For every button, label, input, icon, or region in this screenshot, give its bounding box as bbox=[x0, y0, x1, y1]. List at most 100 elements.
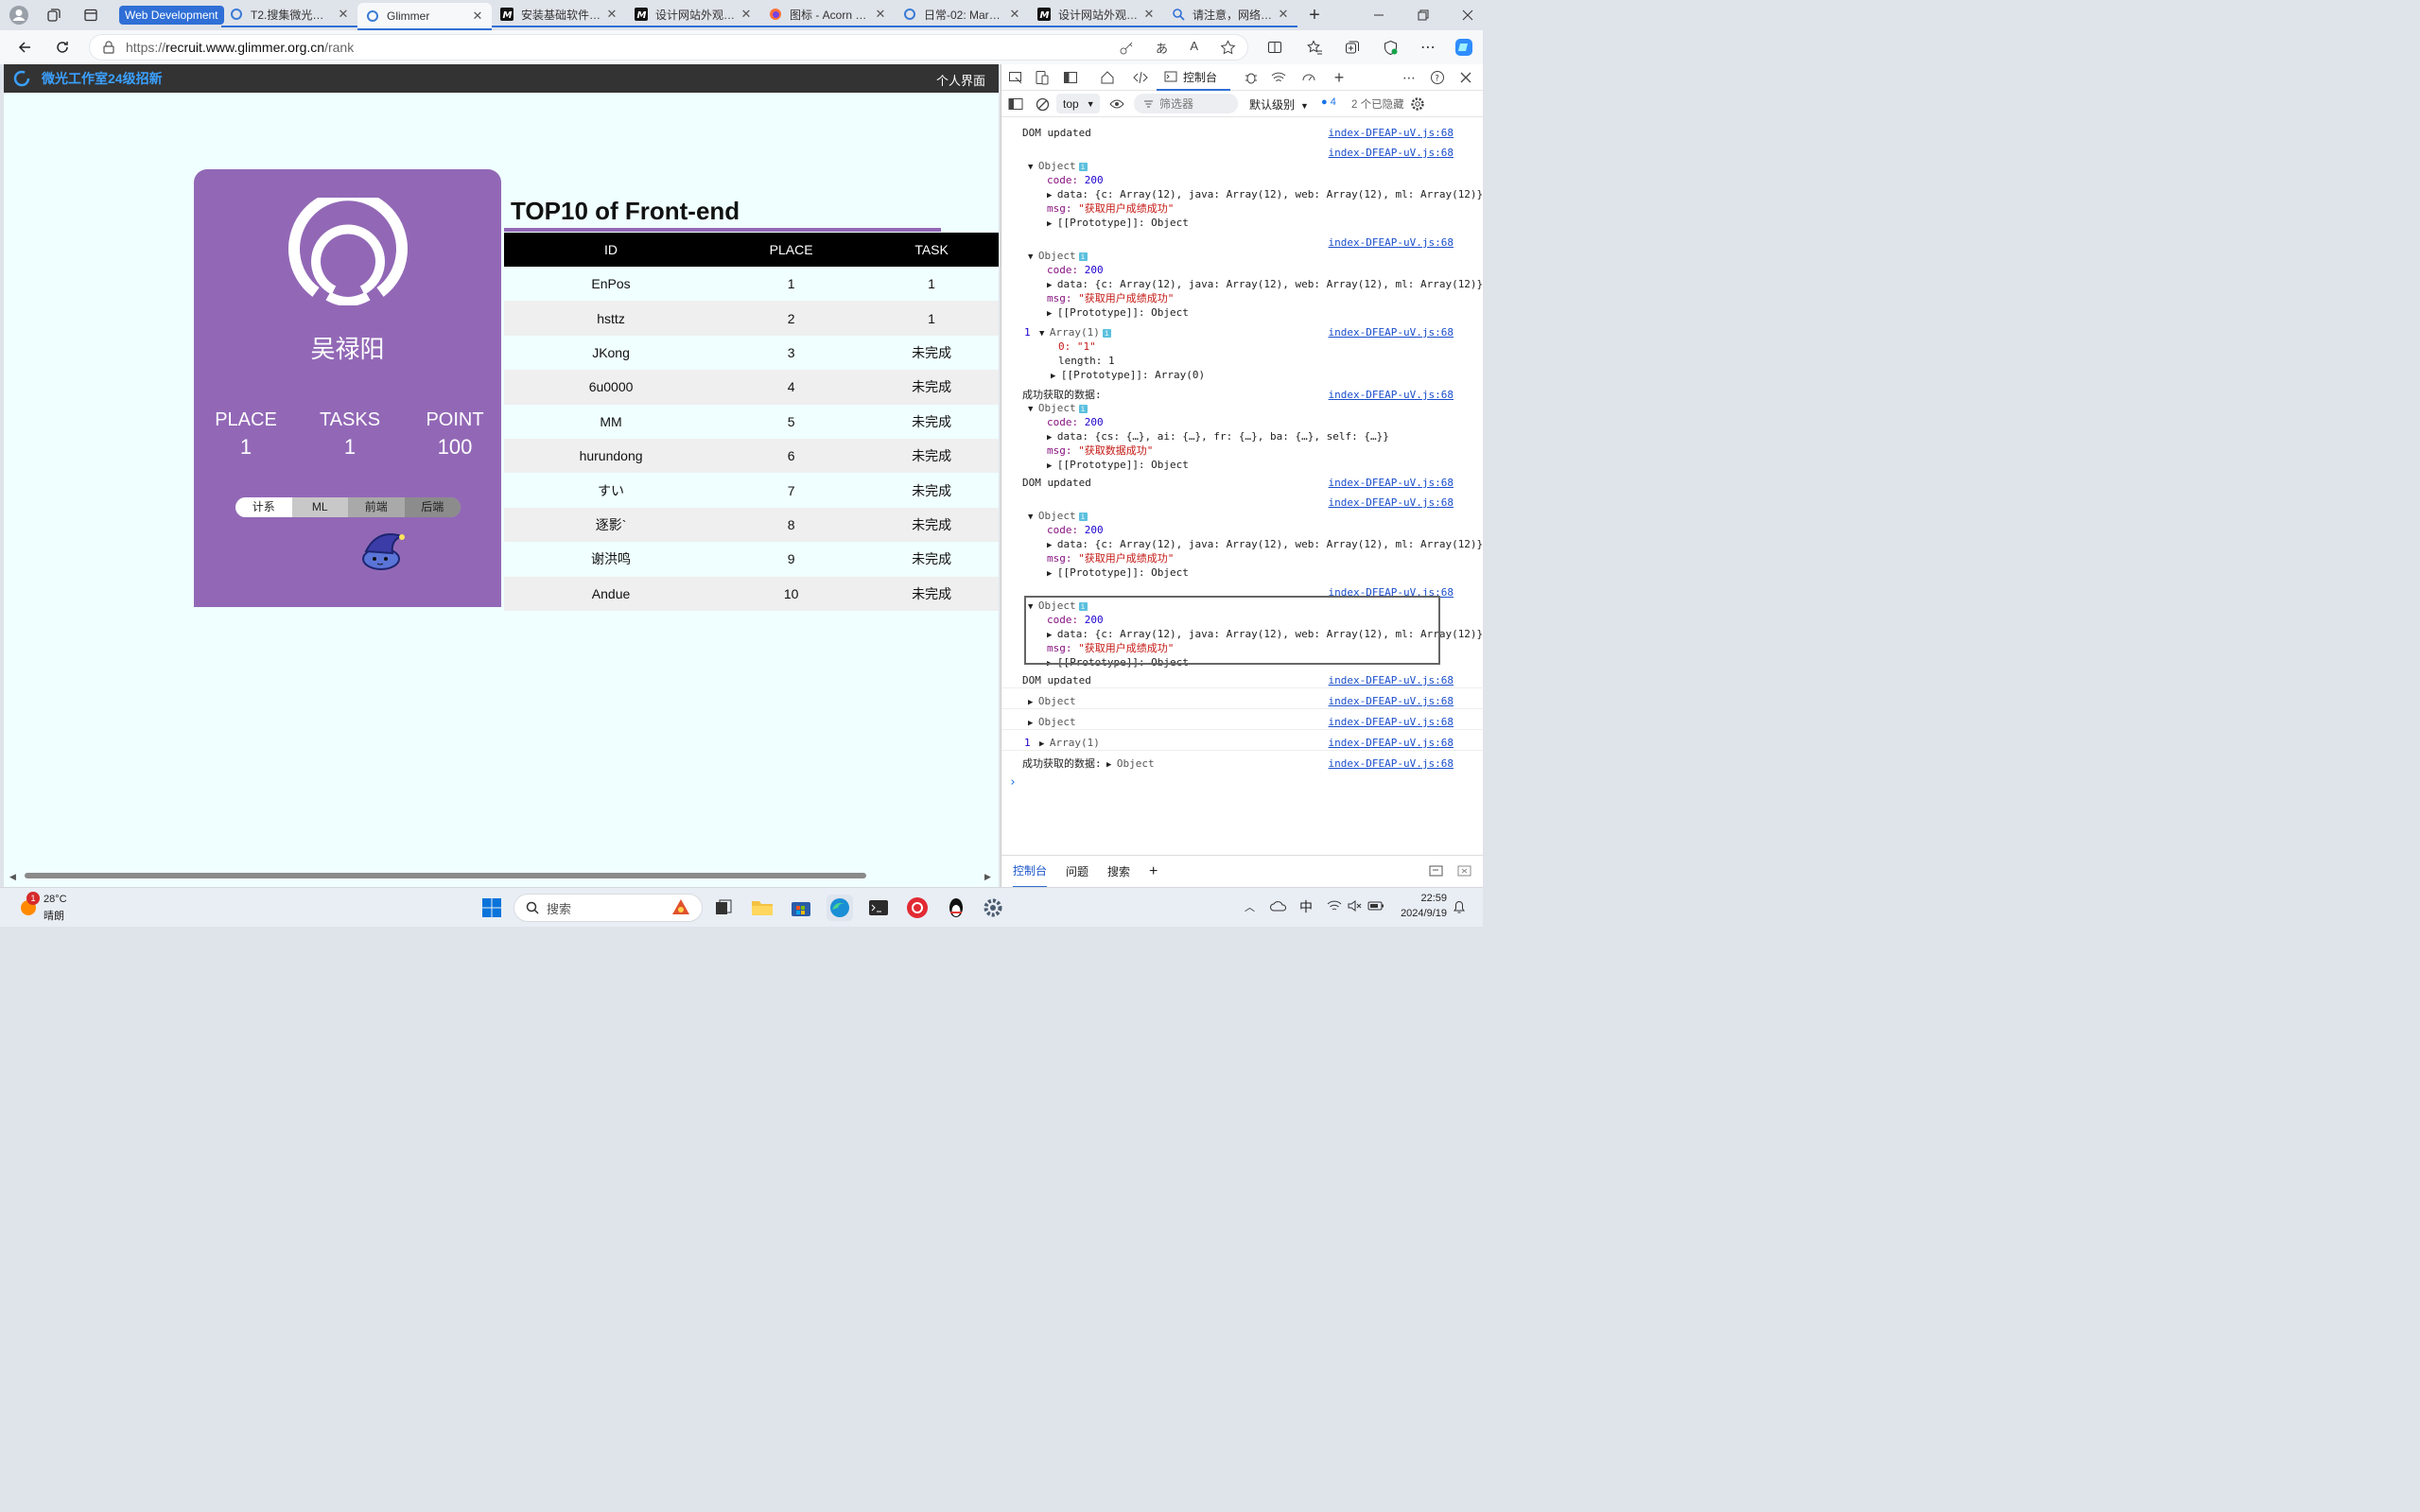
console-prompt-icon[interactable]: › bbox=[1009, 775, 1017, 790]
source-link[interactable]: index-DFEAP-uV.js:68 bbox=[1329, 673, 1454, 687]
horizontal-scrollbar[interactable]: ◀ ▶ bbox=[4, 868, 999, 885]
clear-console-icon[interactable] bbox=[1033, 95, 1052, 113]
close-tab-icon[interactable]: ✕ bbox=[337, 7, 350, 22]
expand-open-icon[interactable]: ▼ bbox=[1028, 513, 1038, 522]
key-icon[interactable] bbox=[1119, 41, 1134, 56]
source-link[interactable]: index-DFEAP-uV.js:68 bbox=[1329, 235, 1454, 250]
browser-essentials-icon[interactable] bbox=[1379, 36, 1402, 59]
close-tab-icon[interactable]: ✕ bbox=[874, 7, 887, 22]
info-icon[interactable]: i bbox=[1078, 252, 1088, 261]
vertical-tabs-icon[interactable] bbox=[79, 4, 102, 26]
battery-icon[interactable] bbox=[1367, 899, 1384, 912]
back-icon[interactable] bbox=[13, 36, 36, 59]
expand-closed-icon[interactable]: ▶ bbox=[1039, 739, 1050, 749]
tray-overflow-chevron-icon[interactable]: ︿ bbox=[1245, 899, 1255, 914]
source-link[interactable]: index-DFEAP-uV.js:68 bbox=[1329, 495, 1454, 510]
expand-open-icon[interactable]: ▼ bbox=[1028, 405, 1038, 414]
close-window-icon[interactable] bbox=[1456, 4, 1479, 26]
refresh-icon[interactable] bbox=[51, 36, 74, 59]
device-emulation-icon[interactable] bbox=[1033, 68, 1052, 87]
info-icon[interactable]: i bbox=[1078, 163, 1088, 171]
welcome-home-icon[interactable] bbox=[1098, 68, 1117, 87]
more-menu-icon[interactable]: ⋯ bbox=[1417, 36, 1439, 59]
expand-open-icon[interactable]: ▼ bbox=[1028, 252, 1038, 262]
tab-design-2[interactable]: M 设计网站外观 - 学 ✕ bbox=[1029, 3, 1163, 27]
tab-design[interactable]: M 设计网站外观 - 学 ✕ bbox=[626, 3, 760, 27]
tab-markdown[interactable]: 日常-02: Markdow ✕ bbox=[895, 3, 1029, 27]
expand-closed-icon[interactable]: ▶ bbox=[1028, 698, 1038, 707]
expand-closed-icon[interactable]: ▶ bbox=[1047, 281, 1057, 290]
clock-date[interactable]: 2024/9/19 bbox=[1393, 908, 1447, 919]
lock-icon[interactable] bbox=[103, 41, 114, 54]
close-tab-icon[interactable]: ✕ bbox=[605, 7, 618, 22]
close-tab-icon[interactable]: ✕ bbox=[471, 9, 484, 24]
windows-start-icon[interactable] bbox=[479, 895, 505, 921]
debugger-bug-icon[interactable] bbox=[1242, 68, 1261, 87]
expand-closed-icon[interactable]: ▶ bbox=[1047, 433, 1057, 443]
favorites-icon[interactable] bbox=[1303, 36, 1326, 59]
source-link[interactable]: index-DFEAP-uV.js:68 bbox=[1329, 388, 1454, 402]
scroll-right-icon[interactable]: ▶ bbox=[984, 872, 991, 882]
dock-side-icon[interactable] bbox=[1061, 68, 1080, 87]
message-count[interactable]: ● 4 bbox=[1321, 96, 1336, 108]
tab-group-web-development[interactable]: Web Development bbox=[119, 6, 224, 25]
tab-icons[interactable]: 图标 - Acorn Desi ✕ bbox=[760, 3, 895, 27]
expand-closed-icon[interactable]: ▶ bbox=[1028, 719, 1038, 728]
new-tab-icon[interactable]: + bbox=[1303, 4, 1326, 26]
sidebar-toggle-icon[interactable] bbox=[1006, 95, 1025, 113]
info-icon[interactable]: i bbox=[1102, 329, 1111, 338]
taskbar-search[interactable]: 搜索 bbox=[514, 894, 703, 922]
source-link[interactable]: index-DFEAP-uV.js:68 bbox=[1329, 126, 1454, 140]
drawer-tab-console[interactable]: 控制台 bbox=[1013, 855, 1048, 888]
close-tab-icon[interactable]: ✕ bbox=[1142, 7, 1156, 22]
profile-icon[interactable] bbox=[8, 4, 30, 26]
notification-bell-icon[interactable] bbox=[1453, 899, 1466, 914]
segment-ml[interactable]: ML bbox=[291, 497, 348, 517]
drawer-tab-issues[interactable]: 问题 bbox=[1066, 863, 1088, 879]
help-icon[interactable]: ? bbox=[1428, 68, 1447, 87]
context-select[interactable]: top ▼ bbox=[1056, 94, 1100, 113]
expand-closed-icon[interactable]: ▶ bbox=[1047, 541, 1057, 550]
close-tab-icon[interactable]: ✕ bbox=[1277, 7, 1290, 22]
read-aloud-icon[interactable]: A bbox=[1190, 39, 1198, 53]
glimmer-logo-icon[interactable] bbox=[13, 70, 30, 87]
favorite-star-icon[interactable] bbox=[1220, 40, 1236, 56]
close-tab-icon[interactable]: ✕ bbox=[740, 7, 753, 22]
elements-tab-icon[interactable] bbox=[1131, 68, 1150, 87]
source-link[interactable]: index-DFEAP-uV.js:68 bbox=[1329, 146, 1454, 160]
terminal-icon[interactable] bbox=[865, 895, 892, 921]
translate-icon[interactable]: あ bbox=[1156, 39, 1168, 57]
qq-penguin-icon[interactable] bbox=[943, 895, 969, 921]
tab-install[interactable]: M 安装基础软件 - 学 ✕ bbox=[492, 3, 626, 27]
close-devtools-icon[interactable] bbox=[1456, 68, 1475, 87]
info-icon[interactable]: i bbox=[1078, 405, 1088, 413]
source-link[interactable]: index-DFEAP-uV.js:68 bbox=[1329, 756, 1454, 771]
performance-icon[interactable] bbox=[1299, 68, 1318, 87]
expand-closed-icon[interactable]: ▶ bbox=[1047, 191, 1057, 200]
ime-indicator[interactable]: 中 bbox=[1299, 897, 1313, 916]
site-brand[interactable]: 微光工作室24级招新 bbox=[42, 69, 163, 88]
network-wifi-icon[interactable] bbox=[1269, 68, 1288, 87]
tab-notice[interactable]: 请注意，网络上的 ✕ bbox=[1163, 3, 1297, 27]
console-filter-input[interactable]: 筛选器 bbox=[1134, 94, 1238, 113]
expand-closed-icon[interactable]: ▶ bbox=[1051, 372, 1061, 381]
segment-backend[interactable]: 后端 bbox=[404, 497, 461, 517]
more-tools-plus-icon[interactable]: + bbox=[1330, 68, 1349, 87]
segment-cs[interactable]: 计系 bbox=[235, 497, 292, 517]
log-level-select[interactable]: 默认级别 ▼ bbox=[1249, 96, 1309, 113]
console-tab[interactable]: 控制台 bbox=[1157, 64, 1230, 91]
scroll-left-icon[interactable]: ◀ bbox=[9, 872, 16, 882]
task-view-icon[interactable] bbox=[710, 895, 737, 921]
minimize-icon[interactable] bbox=[1367, 4, 1390, 26]
source-link[interactable]: index-DFEAP-uV.js:68 bbox=[1329, 736, 1454, 750]
console-settings-gear-icon[interactable] bbox=[1408, 95, 1427, 113]
microsoft-store-icon[interactable] bbox=[788, 895, 814, 921]
drawer-close-icon[interactable] bbox=[1457, 864, 1472, 878]
address-bar[interactable]: https://recruit.www.glimmer.org.cn/rank … bbox=[89, 34, 1248, 61]
devtools-menu-icon[interactable]: ⋯ bbox=[1400, 68, 1419, 87]
file-explorer-icon[interactable] bbox=[749, 895, 775, 921]
personal-page-link[interactable]: 个人界面 bbox=[936, 71, 985, 89]
source-link[interactable]: index-DFEAP-uV.js:68 bbox=[1329, 325, 1454, 339]
workspaces-icon[interactable] bbox=[43, 4, 65, 26]
drawer-add-icon[interactable]: + bbox=[1149, 863, 1158, 880]
